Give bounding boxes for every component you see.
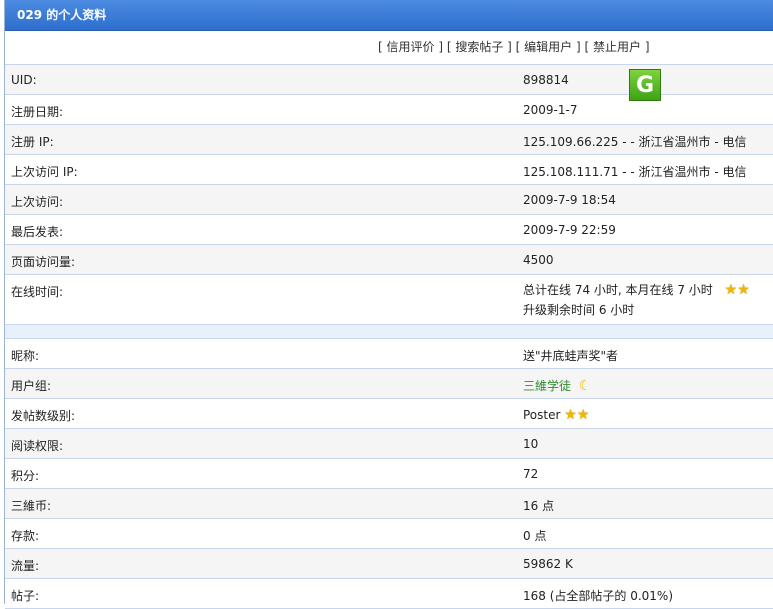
last-visit-label: 上次访问:	[11, 195, 64, 209]
post-level-name: Poster	[523, 408, 561, 422]
coins-value: 16 点	[523, 499, 555, 513]
page-title: 029 的个人资料	[5, 0, 773, 31]
post-level-row: 发帖数级别: Poster ★★	[5, 399, 773, 429]
star-icon: ★	[724, 282, 738, 298]
register-date-value: 2009-1-7	[523, 103, 578, 117]
g-avatar-icon[interactable]: G	[629, 69, 661, 101]
ban-user-link[interactable]: 禁止用户	[593, 40, 641, 54]
read-permission-row: 阅读权限: 10	[5, 429, 773, 459]
points-row: 积分: 72	[5, 459, 773, 489]
last-post-label: 最后发表:	[11, 225, 64, 239]
last-ip-label: 上次访问 IP:	[11, 165, 78, 179]
star-icon: ★	[737, 282, 750, 298]
posts-label: 帖子:	[11, 589, 40, 603]
uid-label: UID:	[11, 73, 37, 87]
register-ip-label: 注册 IP:	[11, 135, 54, 149]
edit-user-link[interactable]: 编辑用户	[524, 40, 572, 54]
page-views-row: 页面访问量: 4500	[5, 245, 773, 275]
uid-value: 898814	[523, 73, 569, 87]
read-permission-label: 阅读权限:	[11, 439, 64, 453]
star-icon: ★	[564, 407, 577, 423]
action-bar: [ 信用评价 ] [ 搜索帖子 ] [ 编辑用户 ] [ 禁止用户 ]	[5, 31, 773, 65]
nickname-label: 昵称:	[11, 349, 40, 363]
g-letter: G	[635, 72, 655, 98]
last-ip-row: 上次访问 IP: 125.108.111.71 - - 浙江省温州市 - 电信	[5, 155, 773, 185]
page-views-label: 页面访问量:	[11, 255, 76, 269]
moon-icon: ☾	[578, 378, 592, 394]
online-time-value: 总计在线 74 小时, 本月在线 7 小时 ★★ 升级剩余时间 6 小时	[523, 280, 750, 320]
star-icon: ★	[576, 407, 590, 423]
post-level-label: 发帖数级别:	[11, 409, 76, 423]
online-time-label: 在线时间:	[11, 285, 64, 299]
online-time-row: 在线时间: 总计在线 74 小时, 本月在线 7 小时 ★★ 升级剩余时间 6 …	[5, 275, 773, 325]
last-ip-value: 125.108.111.71 - - 浙江省温州市 - 电信	[523, 165, 747, 179]
last-visit-row: 上次访问: 2009-7-9 18:54	[5, 185, 773, 215]
upgrade-remaining: 升级剩余时间 6 小时	[523, 303, 635, 317]
last-post-value: 2009-7-9 22:59	[523, 223, 616, 237]
traffic-value: 59862 K	[523, 557, 573, 571]
coins-label: 三維币:	[11, 499, 52, 513]
nickname-row: 昵称: 送"井底蛙声奖"者	[5, 339, 773, 369]
register-date-label: 注册日期:	[11, 105, 64, 119]
traffic-label: 流量:	[11, 559, 40, 573]
posts-value: 168 (占全部帖子的 0.01%)	[523, 589, 674, 603]
search-posts-link[interactable]: 搜索帖子	[455, 40, 503, 54]
deposit-value: 0 点	[523, 529, 547, 543]
user-group-label: 用户组:	[11, 379, 52, 393]
register-ip-row: 注册 IP: 125.109.66.225 - - 浙江省温州市 - 电信	[5, 125, 773, 155]
deposit-row: 存款: 0 点	[5, 519, 773, 549]
last-post-row: 最后发表: 2009-7-9 22:59	[5, 215, 773, 245]
points-label: 积分:	[11, 469, 40, 483]
user-group-row: 用户组: 三維学徒 ☾	[5, 369, 773, 399]
register-ip-value: 125.109.66.225 - - 浙江省温州市 - 电信	[523, 135, 747, 149]
last-visit-value: 2009-7-9 18:54	[523, 193, 616, 207]
posts-row: 帖子: 168 (占全部帖子的 0.01%)	[5, 579, 773, 609]
deposit-label: 存款:	[11, 529, 40, 543]
user-group-name[interactable]: 三維学徒	[523, 379, 571, 393]
points-value: 72	[523, 467, 539, 481]
read-permission-value: 10	[523, 437, 539, 451]
user-group-value: 三維学徒 ☾	[523, 377, 591, 394]
credit-rating-link[interactable]: 信用评价	[387, 40, 435, 54]
traffic-row: 流量: 59862 K	[5, 549, 773, 579]
page-views-value: 4500	[523, 253, 554, 267]
online-total: 总计在线 74 小时, 本月在线 7 小时	[523, 283, 713, 297]
nickname-value: 送"井底蛙声奖"者	[523, 349, 619, 363]
section-divider	[5, 325, 773, 339]
post-level-value: Poster ★★	[523, 407, 589, 423]
coins-row: 三維币: 16 点	[5, 489, 773, 519]
